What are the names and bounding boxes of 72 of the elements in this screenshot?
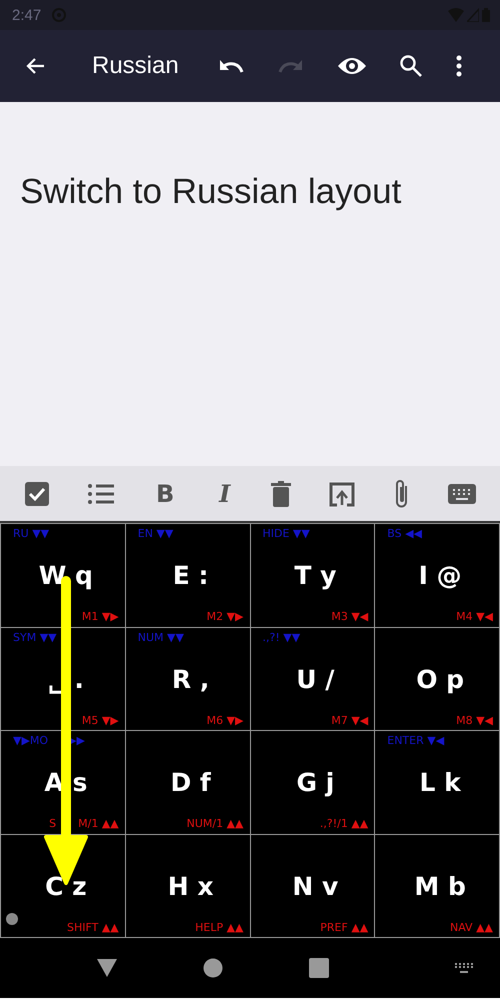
keyboard-icon[interactable]: [454, 962, 474, 974]
key-bottom-label: M1 ▼▶: [82, 610, 119, 623]
key-top-label: SYM ▼▼: [13, 630, 57, 646]
key-top-label: ▼▶MO: [13, 734, 48, 749]
keyboard-key[interactable]: ENTER ▼◀ L k: [375, 731, 499, 834]
back-triangle-icon[interactable]: [96, 958, 118, 978]
keyboard-key[interactable]: EN ▼▼ E : M2 ▼▶: [126, 524, 250, 626]
bold-button[interactable]: B: [152, 480, 178, 508]
key-top-label: .,?! ▼▼: [262, 630, 300, 646]
key-main-label: R ,: [170, 664, 210, 694]
keyboard-key[interactable]: NUM ▼▼ R , M6 ▼▶: [126, 628, 250, 730]
key-bottom-label: .,?!/1 ▲▲: [320, 817, 368, 830]
key-top-label: EN ▼▼: [138, 527, 174, 542]
key-top-label: HIDE ▼▼: [262, 527, 310, 542]
key-bottom-label: M6 ▼▶: [206, 714, 244, 726]
keyboard-key[interactable]: BS ◀◀ I @ M4 ▼◀: [375, 524, 499, 626]
key-main-label: G j: [295, 768, 336, 798]
key-bottom-label: M7 ▼◀: [331, 714, 368, 726]
key-main-label: I @: [418, 561, 463, 590]
key-bottom-label: M2 ▼▶: [206, 610, 244, 623]
bullet-list-icon[interactable]: [87, 482, 116, 506]
key-bottom-label: S: [49, 817, 56, 830]
key-bottom-label: M8 ▼◀: [456, 714, 493, 726]
wifi-icon: [448, 8, 464, 22]
recents-square-icon[interactable]: [308, 958, 329, 978]
key-main-label: U /: [295, 664, 336, 694]
keyboard-key[interactable]: M b NAV ▲▲: [375, 834, 499, 937]
keyboard-key[interactable]: HIDE ▼▼ T y M3 ▼◀: [250, 524, 374, 626]
key-top-label: RU ▼▼: [13, 527, 50, 542]
keyboard-key[interactable]: O p M8 ▼◀: [375, 628, 499, 730]
share-icon[interactable]: [328, 480, 356, 506]
italic-button[interactable]: I: [215, 479, 234, 508]
key-main-label: L k: [418, 768, 462, 798]
key-main-label: E :: [172, 561, 210, 590]
key-bottom-label: NAV ▲▲: [450, 920, 493, 934]
screen-title: Russian: [92, 52, 179, 80]
keyboard-key[interactable]: .,?! ▼▼ U / M7 ▼◀: [250, 628, 374, 730]
key-bottom-label: NUM/1 ▲▲: [186, 817, 244, 830]
key-main-label: D f: [169, 768, 212, 798]
key-bottom-label: HELP ▲▲: [195, 920, 244, 934]
key-bottom-label: M/1 ▲▲: [78, 817, 119, 830]
key-bottom-label: M4 ▼◀: [456, 610, 493, 623]
more-menu-icon[interactable]: [454, 54, 463, 78]
keyboard-key[interactable]: RU ▼▼ W q M1 ▼▶: [1, 524, 125, 626]
checkbox-icon[interactable]: [24, 480, 50, 506]
key-bottom-label: M3 ▼◀: [331, 610, 368, 623]
key-top-label: NUM ▼▼: [138, 630, 184, 646]
key-bottom-label: SHIFT ▲▲: [66, 920, 119, 934]
key-main-label: M b: [413, 872, 467, 901]
note-text: Switch to Russian layout: [20, 172, 402, 212]
key-main-label: C z: [44, 872, 88, 901]
note-editor[interactable]: Switch to Russian layout: [0, 102, 500, 466]
keyboard-key[interactable]: C z SHIFT ▲▲: [1, 834, 125, 937]
key-main-label: T y: [293, 561, 338, 590]
key-bottom-label: M5 ▼▶: [82, 714, 119, 726]
key-main-label: W q: [38, 561, 94, 590]
home-circle-icon[interactable]: [203, 958, 224, 978]
key-main-label: H x: [166, 872, 214, 901]
signal-icon: [467, 8, 479, 22]
keyboard-key[interactable]: N v PREF ▲▲: [250, 834, 374, 937]
keyboard-icon[interactable]: [448, 484, 476, 504]
key-top-label: ENTER ▼◀: [387, 734, 444, 749]
key-bottom-label: PREF ▲▲: [320, 920, 368, 934]
keyboard-key[interactable]: G j .,?!/1 ▲▲: [250, 731, 374, 834]
keyboard-key[interactable]: D f NUM/1 ▲▲: [126, 731, 250, 834]
key-main-label: O p: [415, 664, 466, 694]
trash-icon[interactable]: [271, 480, 292, 506]
keyboard-key[interactable]: H x HELP ▲▲: [126, 834, 250, 937]
search-icon[interactable]: [398, 54, 423, 78]
key-top-label: BS ◀◀: [387, 527, 422, 542]
key-main-label: N v: [291, 872, 340, 901]
status-time: 2:47: [12, 6, 42, 24]
